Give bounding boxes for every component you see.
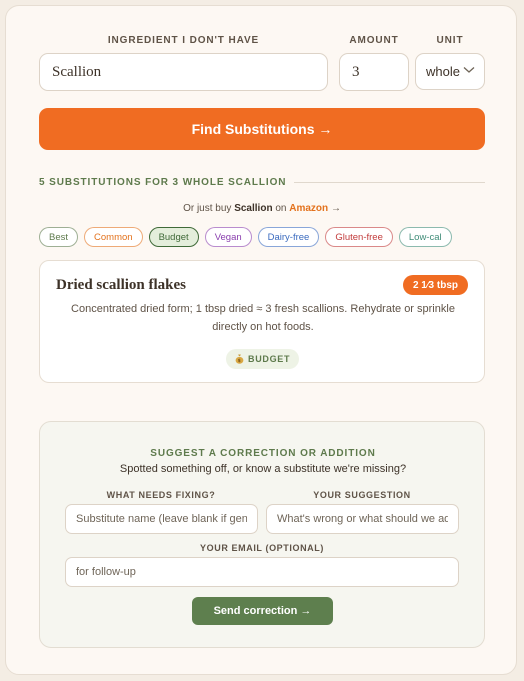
- suggest-subtitle: Spotted something off, or know a substit…: [119, 463, 407, 475]
- filter-chip-common[interactable]: Common: [84, 227, 143, 247]
- email-input[interactable]: [65, 557, 459, 587]
- heading-divider: [294, 181, 485, 183]
- suggestion-label: YOUR SUGGESTION: [313, 490, 411, 500]
- filter-chips: Best Common Budget Vegan Dairy-free Gluten-fr…: [39, 227, 452, 247]
- results-heading-row: 5 SUBSTITUTIONS FOR 3 WHOLE SCALLION: [39, 176, 485, 188]
- buy-on: on: [275, 203, 287, 214]
- suggest-title: SUGGEST A CORRECTION OR ADDITION: [150, 448, 376, 459]
- suggestion-input[interactable]: [266, 504, 459, 534]
- unit-label: UNIT: [436, 35, 464, 46]
- money-bag-icon: $: [235, 354, 244, 364]
- result-title: Dried scallion flakes: [56, 277, 186, 293]
- unit-select[interactable]: whole: [415, 53, 485, 90]
- filter-chip-gluten-free[interactable]: Gluten-free: [325, 227, 393, 247]
- result-description: Concentrated dried form; 1 tbsp dried ≈ …: [71, 303, 455, 333]
- fix-label: WHAT NEEDS FIXING?: [106, 490, 216, 500]
- result-amount-badge: 2 1⁄3 tbsp: [402, 275, 468, 295]
- filter-chip-vegan[interactable]: Vegan: [204, 227, 252, 247]
- substitution-card: INGREDIENT I DON'T HAVE AMOUNT UNIT whol…: [5, 5, 517, 675]
- send-correction-button[interactable]: Send correction →: [192, 597, 333, 625]
- filter-chip-low-cal[interactable]: Low-cal: [398, 227, 452, 247]
- result-tag: $ BUDGET: [226, 349, 300, 369]
- filter-chip-budget[interactable]: Budget: [148, 227, 199, 247]
- amount-label: AMOUNT: [349, 35, 399, 46]
- buy-line: Or just buy Scallion on Amazon →: [39, 203, 485, 214]
- ingredient-label: INGREDIENT I DON'T HAVE: [107, 35, 260, 46]
- chevron-down-icon: [463, 67, 475, 73]
- svg-text:$: $: [238, 358, 242, 364]
- filter-chip-best[interactable]: Best: [39, 227, 79, 247]
- suggest-correction-panel: SUGGEST A CORRECTION OR ADDITION Spotted…: [39, 421, 485, 648]
- email-label: YOUR EMAIL (OPTIONAL): [200, 543, 324, 553]
- ingredient-input[interactable]: [39, 53, 328, 91]
- substitution-result-card: Dried scallion flakes 2 1⁄3 tbsp Concent…: [39, 260, 485, 383]
- amazon-link[interactable]: Amazon: [289, 203, 328, 214]
- result-tag-label: BUDGET: [248, 354, 291, 364]
- fix-input[interactable]: [65, 504, 258, 534]
- arrow-right-icon: →: [330, 203, 341, 214]
- filter-chip-dairy-free[interactable]: Dairy-free: [257, 227, 320, 247]
- unit-select-value: whole: [426, 64, 460, 79]
- find-substitutions-button[interactable]: Find Substitutions →: [39, 108, 485, 150]
- buy-item: Scallion: [234, 203, 273, 214]
- buy-prefix: Or just buy: [183, 203, 232, 214]
- results-heading: 5 SUBSTITUTIONS FOR 3 WHOLE SCALLION: [39, 176, 287, 188]
- amount-input[interactable]: [339, 53, 409, 91]
